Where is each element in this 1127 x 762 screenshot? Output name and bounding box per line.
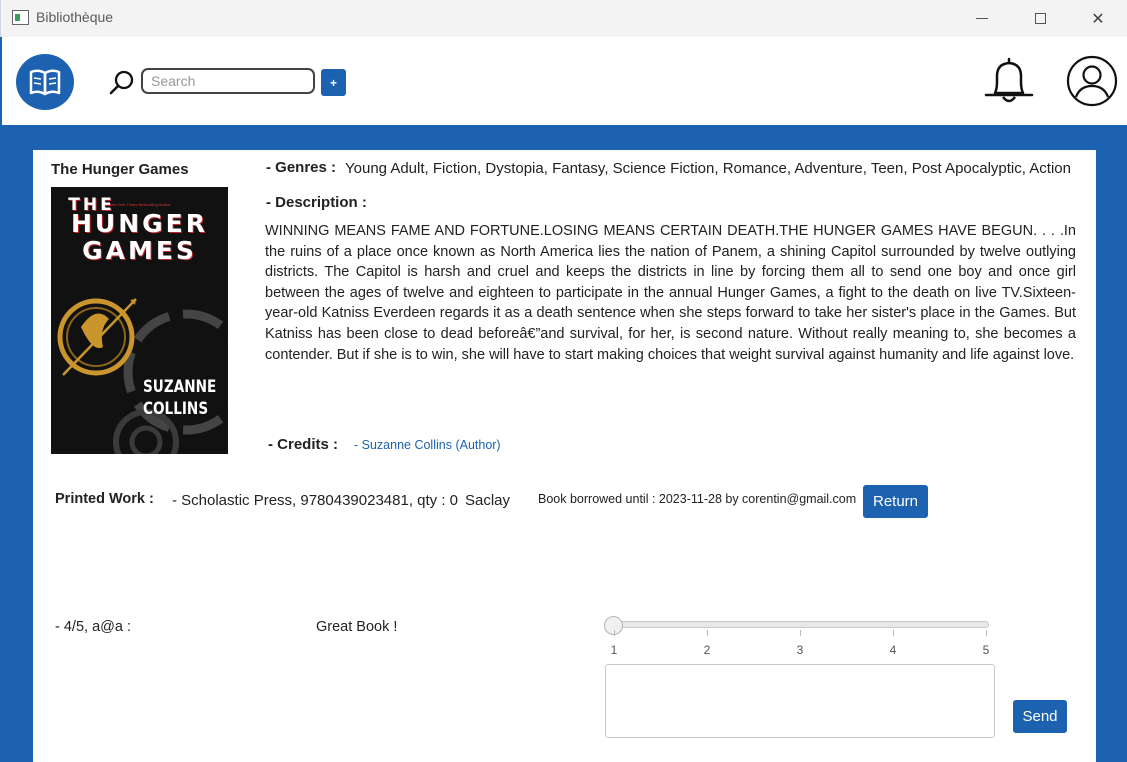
minimize-button[interactable]: [953, 0, 1011, 37]
printed-work-edition: - Scholastic Press, 9780439023481, qty :…: [172, 492, 459, 509]
genres-label: - Genres :: [266, 159, 337, 176]
genres-value: Young Adult, Fiction, Dystopia, Fantasy,…: [345, 160, 1071, 177]
window-titlebar: Bibliothèque ✕: [0, 0, 1127, 37]
app-header: +: [0, 37, 1127, 125]
book-detail-panel: The Hunger Games New York Times Bestsell…: [33, 150, 1096, 762]
bell-icon[interactable]: [982, 55, 1036, 107]
rating-tick: [986, 630, 987, 636]
rating-tick: [707, 630, 708, 636]
rating-tick: [800, 630, 801, 636]
description-text: WINNING MEANS FAME AND FORTUNE.LOSING ME…: [265, 223, 1076, 363]
rating-tick-label: 4: [889, 643, 897, 657]
book-cover-image: New York Times Bestselling Author THE HU…: [51, 187, 228, 454]
book-title: The Hunger Games: [51, 161, 189, 178]
window-title: Bibliothèque: [36, 9, 114, 25]
rating-tick-label: 2: [703, 643, 711, 657]
description-label: - Description :: [266, 194, 367, 211]
credits-label: - Credits :: [268, 436, 339, 453]
printed-work-label: Printed Work :: [55, 491, 154, 507]
printed-work-location: Saclay: [465, 492, 511, 509]
cover-author-line1: SUZANNE: [143, 377, 217, 397]
close-icon: ✕: [1091, 10, 1105, 28]
search-input[interactable]: [141, 68, 315, 94]
maximize-button[interactable]: [1011, 0, 1069, 37]
rating-slider-track[interactable]: [605, 621, 989, 628]
rating-tick: [614, 630, 615, 636]
cover-title-line2: HUNGER: [71, 209, 208, 238]
return-button[interactable]: Return: [863, 485, 928, 518]
search-icon[interactable]: [108, 69, 136, 97]
cover-title-line3: GAMES: [82, 236, 197, 265]
rating-tick: [893, 630, 894, 636]
review-text: Great Book !: [316, 619, 398, 635]
minimize-icon: [976, 18, 988, 19]
rating-tick-label: 3: [796, 643, 804, 657]
add-book-button[interactable]: +: [321, 69, 346, 96]
maximize-icon: [1034, 13, 1046, 24]
book-icon: [29, 69, 61, 96]
user-icon[interactable]: [1066, 55, 1118, 107]
rating-tick-label: 1: [610, 643, 618, 657]
cover-author-line2: COLLINS: [143, 399, 209, 419]
review-author: - 4/5, a@a :: [55, 619, 131, 635]
borrow-status: Book borrowed until : 2023-11-28 by core…: [538, 492, 857, 506]
send-review-button[interactable]: Send: [1013, 700, 1067, 733]
close-button[interactable]: ✕: [1069, 0, 1127, 37]
credits-author-link[interactable]: - Suzanne Collins (Author): [354, 438, 501, 452]
review-comment-input[interactable]: [605, 664, 995, 738]
app-icon: [12, 10, 29, 25]
logo-button[interactable]: [16, 54, 74, 110]
rating-tick-label: 5: [982, 643, 990, 657]
